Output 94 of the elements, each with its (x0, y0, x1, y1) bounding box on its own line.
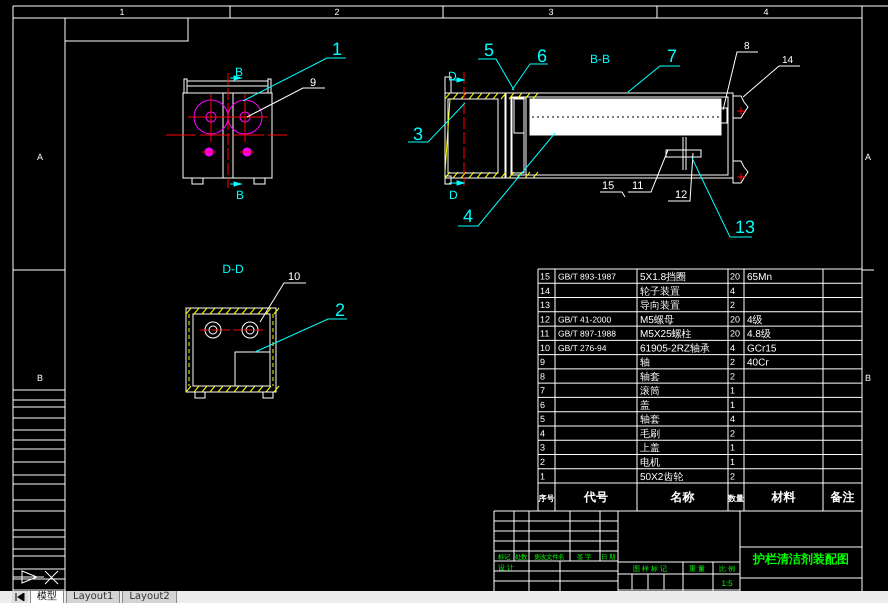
zone-number: 3 (548, 7, 554, 17)
table-cell: 2 (730, 428, 736, 438)
table-cell: 2 (730, 471, 736, 482)
table-cell: 1 (730, 386, 736, 396)
table-cell: 5 (540, 414, 546, 424)
section-label: D (449, 188, 458, 202)
table-cell: 6 (540, 400, 546, 410)
column-header: 材料 (772, 490, 796, 504)
table-cell: 4 (730, 414, 736, 424)
callout-number: 1 (332, 39, 342, 59)
table-cell: 65Mn (747, 272, 772, 283)
table-cell: 1 (730, 457, 736, 467)
table-cell: 轴 (640, 358, 650, 369)
callout-number: 9 (310, 77, 316, 89)
table-cell: GB/T 897-1988 (558, 328, 616, 339)
table-cell: 4级 (747, 314, 763, 326)
table-cell: 14 (540, 286, 550, 296)
callout-number: 15 (602, 180, 614, 192)
table-cell: 电机 (640, 458, 660, 468)
table-cell: 20 (730, 328, 740, 339)
table-cell: 4 (730, 286, 736, 296)
layout-tab[interactable]: Layout2 (122, 591, 177, 603)
column-header: 备注 (830, 490, 854, 504)
table-cell: 1 (730, 442, 736, 453)
table-cell: 轮子装置 (640, 286, 680, 298)
zone-number: 1 (120, 7, 124, 17)
table-cell: 2 (730, 371, 736, 382)
table-cell: 9 (540, 357, 546, 368)
table-cell: 盖 (640, 400, 650, 412)
column-header: 数量 (728, 494, 744, 504)
callout-number: 2 (335, 300, 346, 320)
table-cell: GB/T 276-94 (558, 342, 607, 353)
callout-number: 8 (744, 41, 750, 52)
section-label: B (235, 65, 244, 79)
table-cell: 滚筒 (640, 386, 660, 398)
table-cell: 2 (730, 300, 736, 310)
callout-number: 12 (675, 189, 688, 201)
zone-number: 4 (764, 7, 768, 17)
column-header: 代号 (584, 490, 608, 504)
table-cell: 20 (730, 314, 740, 324)
table-cell: M5螺母 (640, 314, 674, 326)
callout-number: 4 (463, 206, 474, 226)
table-cell: 61905-2RZ轴承 (640, 343, 710, 354)
scale-value: 1:5 (721, 579, 733, 588)
view-title: D-D (222, 262, 244, 276)
callout-number: 5 (484, 40, 494, 60)
table-cell: 40Cr (747, 358, 769, 369)
section-label: B (236, 188, 244, 202)
table-cell: 轴套 (640, 372, 660, 383)
table-cell: 4.8级 (747, 329, 771, 340)
table-cell: 轴套 (640, 414, 660, 426)
zone-letter: B (865, 373, 871, 383)
table-cell: GB/T 893-1987 (558, 272, 616, 282)
table-cell: 11 (540, 328, 550, 339)
layout-tab[interactable]: Layout1 (66, 591, 120, 603)
table-cell: 8 (540, 371, 546, 382)
table-cell: 20 (730, 272, 740, 282)
table-cell: 毛刷 (640, 428, 660, 440)
column-header: 名称 (670, 490, 694, 504)
table-cell: GCr15 (747, 343, 776, 354)
table-cell: 50X2齿轮 (640, 472, 684, 483)
table-cell: 3 (540, 442, 546, 453)
table-cell: 2 (540, 457, 546, 467)
column-header: 序号 (538, 494, 554, 504)
drawing-title: 护栏清洁剂装配图 (753, 552, 849, 566)
table-cell: 1 (540, 471, 546, 482)
table-cell: 上盖 (640, 443, 660, 454)
table-cell: 12 (540, 314, 550, 324)
first-layout-icon[interactable] (12, 591, 28, 603)
callout-number: 6 (537, 46, 548, 66)
zone-letter: A (865, 152, 871, 162)
table-cell: 4 (540, 428, 546, 438)
view-title: B-B (590, 52, 610, 66)
table-cell: 导向装置 (640, 300, 680, 312)
callout-number: 7 (667, 46, 678, 66)
table-cell: GB/T 41-2000 (558, 314, 612, 324)
table-cell: 10 (540, 342, 550, 353)
callout-number: 14 (782, 55, 794, 66)
table-cell: 13 (540, 300, 550, 310)
callout-number: 10 (288, 271, 300, 283)
callout-number: 11 (632, 180, 644, 192)
table-cell: 2 (730, 357, 736, 368)
table-cell: M5X25螺柱 (640, 329, 692, 340)
zone-number: 2 (334, 7, 340, 17)
table-cell: 4 (730, 342, 736, 353)
zone-letter: B (37, 373, 43, 383)
callout-number: 13 (735, 217, 756, 237)
table-cell: 5X1.8挡圈 (640, 272, 686, 283)
zone-letter: A (37, 152, 43, 162)
table-cell: 1 (730, 400, 736, 410)
callout-number: 3 (413, 124, 424, 144)
layout-tab[interactable]: 模型 (30, 591, 64, 603)
table-cell: 7 (540, 386, 546, 396)
table-cell: 15 (540, 272, 550, 282)
